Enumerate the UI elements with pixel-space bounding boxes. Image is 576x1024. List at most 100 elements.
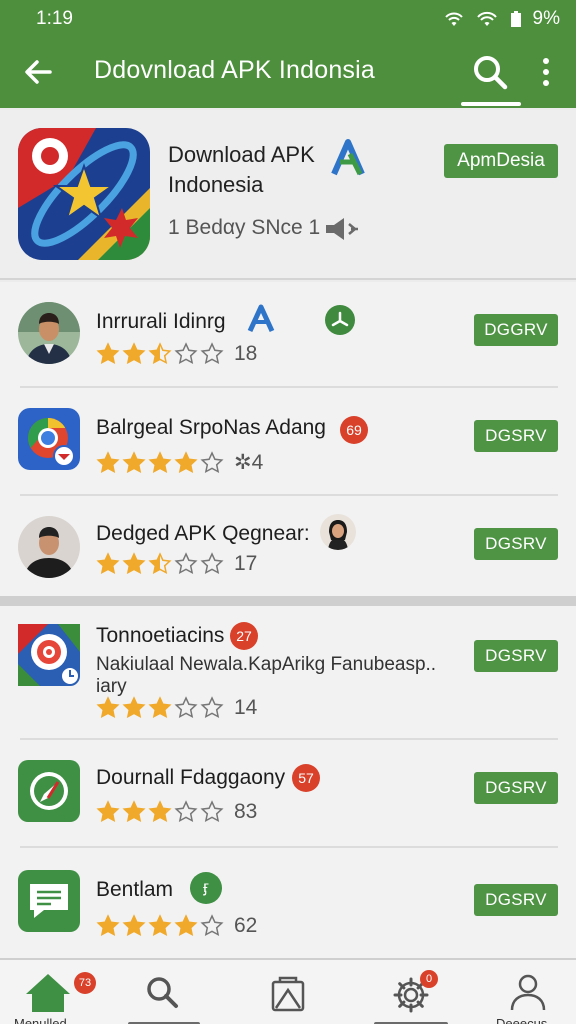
app-description-continued: iary: [96, 676, 127, 697]
rating-stars: 62: [96, 914, 257, 938]
rating-stars: ✲4: [96, 450, 263, 475]
bottom-navigation: 73 Menulled 0 Deeecus: [0, 958, 576, 1024]
rating-count: 83: [234, 800, 258, 823]
rating-stars: 17: [96, 552, 257, 576]
compass-app-icon: [18, 760, 80, 822]
target-app-icon: [18, 624, 80, 686]
list-item[interactable]: Dedged APK Qegnear: 17 DGSRV: [0, 496, 576, 596]
star-empty-icon: [200, 800, 224, 823]
app-description: Nakiulaal Newala.KapArikg Fanubeasp..: [96, 654, 437, 675]
app-label-badge: ӻ: [190, 872, 222, 904]
star-filled-icon: [122, 450, 146, 473]
featured-app-name: Download APK Indonesia: [168, 142, 315, 197]
app-title: Dournall Fdaggaony: [96, 766, 286, 789]
nav-label: Deeecus: [496, 1016, 548, 1024]
app-list-section-1: Inrrurali Idinrg 18 DGGRV Balrgeal SrpoN…: [0, 282, 576, 596]
nav-item-search[interactable]: [116, 960, 206, 1024]
download-button[interactable]: DGSRV: [474, 640, 558, 672]
star-empty-icon: [174, 552, 198, 575]
star-filled-icon: [96, 342, 120, 365]
list-item[interactable]: Tonnoetiacins 27 Nakiulaal Newala.KapAri…: [0, 606, 576, 740]
nav-label: Menulled: [14, 1016, 67, 1024]
rating-count: 62: [234, 914, 258, 937]
list-item[interactable]: Inrrurali Idinrg 18 DGGRV: [0, 282, 576, 388]
notification-badge: 0: [420, 970, 438, 988]
chat-app-icon: [18, 870, 80, 932]
nav-item-settings[interactable]: 0: [360, 960, 460, 1024]
star-filled-icon: [148, 914, 172, 937]
more-options-icon[interactable]: [534, 54, 558, 90]
star-filled-icon: [96, 450, 120, 473]
list-item[interactable]: Balrgeal SrpoNas Adang 69 ✲4 DGSRV: [0, 388, 576, 496]
star-filled-icon: [148, 696, 172, 719]
back-arrow-icon[interactable]: [20, 54, 56, 90]
star-filled-icon: [96, 914, 120, 937]
battery-level: 9%: [532, 8, 560, 29]
package-icon: [271, 976, 305, 1012]
rating-stars: 83: [96, 800, 257, 824]
download-button[interactable]: DGSRV: [474, 884, 558, 916]
star-filled-icon: [174, 450, 198, 473]
app-title: Balrgeal SrpoNas Adang: [96, 416, 326, 439]
rating-stars: 18: [96, 342, 257, 366]
rating-count: 14: [234, 696, 258, 719]
notification-badge: 73: [74, 972, 96, 994]
featured-app-card[interactable]: Download APK Indonesia 1 Bedαy SNce 1 Ap…: [0, 110, 576, 280]
star-empty-icon: [200, 696, 224, 719]
download-button[interactable]: DGSRV: [474, 420, 558, 452]
star-filled-icon: [96, 696, 120, 719]
rating-count: 18: [234, 342, 258, 365]
rating-count: 17: [234, 552, 258, 575]
browser-app-icon: [18, 408, 80, 470]
star-half-icon: [148, 342, 172, 365]
star-empty-icon: [200, 342, 224, 365]
star-filled-icon: [122, 696, 146, 719]
app-title: Dedged APK Qegnear:: [96, 522, 310, 545]
star-empty-icon: [200, 914, 224, 937]
download-button[interactable]: DGSRV: [474, 772, 558, 804]
app-bar: Ddovnload APK Indonsia: [0, 36, 576, 108]
status-time: 1:19: [36, 8, 73, 29]
notification-badge: 27: [230, 622, 258, 650]
notification-badge: 57: [292, 764, 320, 792]
person-avatar-icon: [18, 516, 80, 578]
rating-stars: 14: [96, 696, 257, 720]
star-filled-icon: [148, 450, 172, 473]
nav-item-profile[interactable]: Deeecus: [480, 960, 576, 1024]
count-value: 4: [251, 451, 264, 474]
featured-app-subtitle: 1 Bedαy SNce 1: [168, 216, 321, 239]
recycle-icon: [325, 305, 355, 335]
star-filled-icon: [122, 914, 146, 937]
speaker-icon: [326, 218, 358, 240]
list-item[interactable]: Bentlam ӻ 62 DGSRV: [0, 848, 576, 958]
nav-item-apps[interactable]: [250, 960, 330, 1024]
star-empty-icon: [200, 552, 224, 575]
search-icon: [147, 977, 178, 1008]
home-icon: [26, 974, 70, 1012]
nav-item-home[interactable]: 73 Menulled: [0, 960, 100, 1024]
section-separator: [0, 596, 576, 606]
download-button[interactable]: DGGRV: [474, 314, 558, 346]
star-filled-icon: [122, 800, 146, 823]
apk-logo-icon: [331, 139, 365, 176]
featured-app-icon: [18, 128, 150, 260]
app-list-section-2: Tonnoetiacins 27 Nakiulaal Newala.KapAri…: [0, 606, 576, 958]
apk-logo-icon: [247, 304, 275, 333]
wifi-icon: [444, 12, 463, 26]
app-bar-title: Ddovnload APK Indonsia: [94, 56, 375, 84]
star-filled-icon: [96, 800, 120, 823]
app-title: Tonnoetiacins: [96, 624, 225, 647]
rating-count: ✲4: [234, 450, 263, 475]
download-button[interactable]: DGSRV: [474, 528, 558, 560]
star-filled-icon: [148, 800, 172, 823]
star-empty-icon: [174, 696, 198, 719]
search-icon[interactable]: [470, 52, 510, 92]
count-prefix: ✲: [234, 451, 252, 474]
star-empty-icon: [174, 342, 198, 365]
featured-app-tag[interactable]: ApmDesia: [444, 144, 558, 178]
list-item[interactable]: Dournall Fdaggaony 57 83 DGSRV: [0, 740, 576, 848]
person-icon: [510, 974, 546, 1011]
notification-badge: 69: [340, 416, 368, 444]
app-title: Bentlam: [96, 878, 174, 901]
star-filled-icon: [174, 914, 198, 937]
